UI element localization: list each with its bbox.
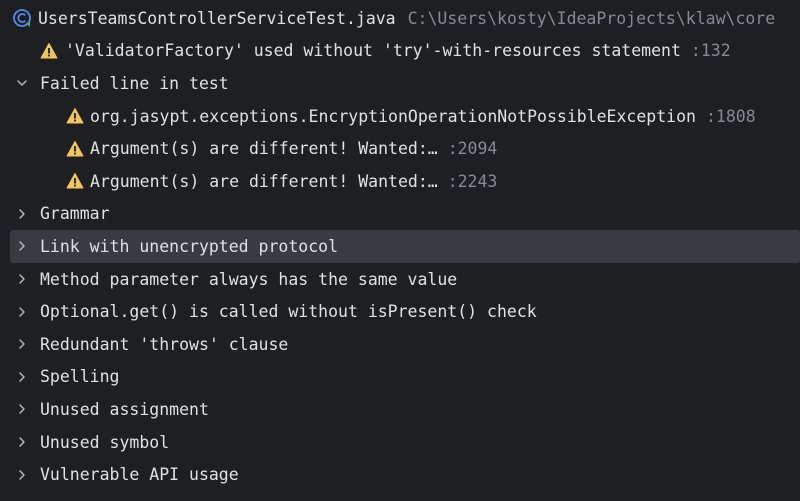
warning-triangle-icon [66,172,84,190]
group-failed-line-in-test[interactable]: Failed line in test [0,67,800,100]
category-grammar[interactable]: Grammar [0,198,800,231]
failed-test-line: :1808 [705,106,756,126]
category-label: Optional.get() is called without isPrese… [40,302,537,322]
chevron-right-icon[interactable] [16,371,28,383]
warning-triangle-icon [40,42,58,60]
java-test-class-icon [12,8,32,28]
category-link-with-unencrypted-protocol[interactable]: Link with unencrypted protocol [10,230,800,263]
warning-triangle-icon [66,140,84,158]
problems-tree: UsersTeamsControllerServiceTest.java C:\… [0,2,800,491]
chevron-right-icon[interactable] [16,338,28,350]
failed-test-text: org.jasypt.exceptions.EncryptionOperatio… [90,106,696,126]
category-label: Unused assignment [40,399,209,419]
category-label: Link with unencrypted protocol [40,236,339,256]
failed-test-item[interactable]: org.jasypt.exceptions.EncryptionOperatio… [0,100,800,133]
problem-item[interactable]: 'ValidatorFactory' used without 'try'-wi… [0,35,800,68]
file-name: UsersTeamsControllerServiceTest.java [38,8,396,28]
category-spelling[interactable]: Spelling [0,361,800,394]
failed-test-item[interactable]: Argument(s) are different! Wanted:… :224… [0,165,800,198]
category-label: Method parameter always has the same val… [40,269,458,289]
chevron-right-icon[interactable] [16,273,28,285]
chevron-right-icon[interactable] [16,469,28,481]
category-redundant-throws[interactable]: Redundant 'throws' clause [0,328,800,361]
chevron-down-icon[interactable] [16,77,28,89]
category-optional-get[interactable]: Optional.get() is called without isPrese… [0,295,800,328]
failed-test-item[interactable]: Argument(s) are different! Wanted:… :209… [0,132,800,165]
problem-text: 'ValidatorFactory' used without 'try'-wi… [65,41,681,61]
failed-test-line: :2243 [447,171,498,191]
chevron-right-icon[interactable] [16,403,28,415]
chevron-right-icon[interactable] [16,240,28,252]
warning-triangle-icon [66,107,84,125]
category-unused-symbol[interactable]: Unused symbol [0,426,800,459]
group-label: Failed line in test [40,73,229,93]
category-label: Vulnerable API usage [40,465,239,485]
chevron-right-icon[interactable] [16,436,28,448]
file-node[interactable]: UsersTeamsControllerServiceTest.java C:\… [0,2,800,35]
category-unused-assignment[interactable]: Unused assignment [0,393,800,426]
category-vulnerable-api-usage[interactable]: Vulnerable API usage [0,458,800,491]
category-label: Redundant 'throws' clause [40,334,289,354]
chevron-right-icon[interactable] [16,306,28,318]
category-method-parameter-same-value[interactable]: Method parameter always has the same val… [0,263,800,296]
file-path: C:\Users\kosty\IdeaProjects\klaw\core [407,8,776,28]
chevron-right-icon[interactable] [16,208,28,220]
failed-test-line: :2094 [447,139,498,159]
problem-line: :132 [690,41,731,61]
